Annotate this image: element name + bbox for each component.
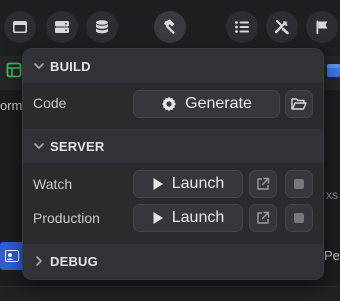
bottom-bar xyxy=(0,286,340,301)
background-text: xs xyxy=(326,188,338,202)
watch-label: Watch xyxy=(33,176,73,192)
section-title: BUILD xyxy=(50,59,91,74)
stop-icon xyxy=(294,179,304,189)
calendar-icon xyxy=(327,64,340,77)
production-launch-button[interactable]: Launch xyxy=(133,204,243,232)
production-open-external-button[interactable] xyxy=(249,204,277,232)
production-label: Production xyxy=(33,210,100,226)
generate-button[interactable]: Generate xyxy=(133,90,280,118)
background-text: orm xyxy=(0,98,23,113)
list-icon xyxy=(235,21,249,33)
chevron-down-icon xyxy=(34,63,44,69)
tools-button[interactable] xyxy=(266,11,298,43)
play-icon xyxy=(153,212,163,224)
play-icon xyxy=(153,178,163,190)
section-title: DEBUG xyxy=(50,254,98,269)
chevron-right-icon xyxy=(36,256,42,266)
tools-icon xyxy=(274,20,289,35)
external-link-icon xyxy=(257,211,270,224)
watch-open-external-button[interactable] xyxy=(249,170,277,198)
flag-icon xyxy=(316,20,328,34)
window-button[interactable] xyxy=(4,11,36,43)
background-text: Pe xyxy=(324,248,340,263)
avatar[interactable] xyxy=(0,242,24,270)
folder-open-icon xyxy=(291,98,307,110)
chevron-down-icon xyxy=(34,143,44,149)
gear-icon xyxy=(162,96,177,112)
production-stop-button[interactable] xyxy=(285,204,313,232)
watch-launch-button[interactable]: Launch xyxy=(133,170,243,198)
contact-card-icon xyxy=(5,250,19,262)
hammer-icon xyxy=(164,19,175,34)
launch-label: Launch xyxy=(171,209,225,226)
flag-button[interactable] xyxy=(306,11,338,43)
open-folder-button[interactable] xyxy=(285,90,313,118)
external-link-icon xyxy=(257,177,270,190)
section-header-debug[interactable]: DEBUG xyxy=(23,244,323,278)
build-button[interactable] xyxy=(154,11,186,43)
layout-icon xyxy=(6,62,22,78)
window-icon xyxy=(13,21,27,33)
generate-label: Generate xyxy=(185,95,252,112)
list-button[interactable] xyxy=(226,11,258,43)
server-icon xyxy=(55,21,69,33)
build-popover: BUILD Code Generate SERVER Watch Launch xyxy=(22,48,324,280)
launch-label: Launch xyxy=(171,175,225,192)
watch-stop-button[interactable] xyxy=(285,170,313,198)
database-icon xyxy=(96,20,108,34)
code-label: Code xyxy=(33,95,67,111)
database-button[interactable] xyxy=(86,11,118,43)
section-header-build[interactable]: BUILD xyxy=(23,49,323,83)
server-button[interactable] xyxy=(46,11,78,43)
section-title: SERVER xyxy=(50,139,105,154)
stop-icon xyxy=(294,213,304,223)
section-header-server[interactable]: SERVER xyxy=(23,129,323,163)
